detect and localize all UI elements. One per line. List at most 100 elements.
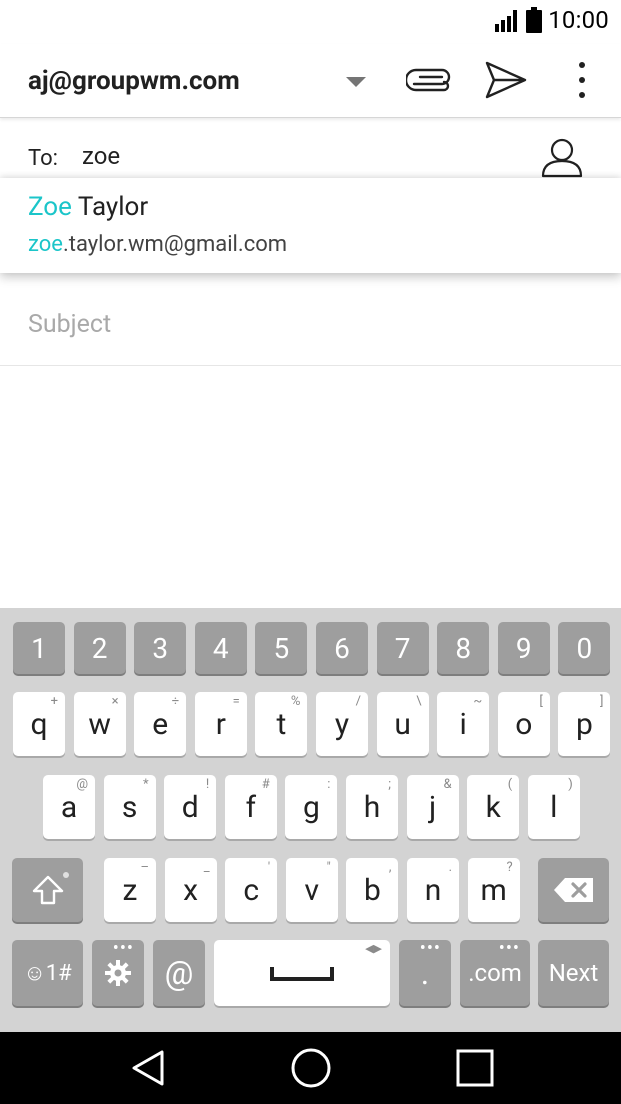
key-l[interactable]: ) l: [527, 775, 580, 839]
send-icon[interactable]: [482, 58, 530, 102]
dotcom-more-dots: •••: [498, 938, 520, 959]
key-u[interactable]: \ u: [376, 692, 429, 756]
suggestion-email-rest: .taylor.wm@gmail.com: [62, 232, 288, 257]
key-3[interactable]: 3: [134, 622, 187, 674]
backspace-key[interactable]: [538, 858, 609, 922]
recents-icon[interactable]: [451, 1046, 499, 1090]
from-account[interactable]: aj@groupwm.com: [28, 66, 240, 96]
key-label: t: [276, 706, 287, 742]
key-y[interactable]: / y: [316, 692, 368, 756]
key-9[interactable]: 9: [497, 622, 550, 674]
key-secondary-label: %: [290, 694, 301, 709]
more-vert-icon[interactable]: [558, 58, 606, 102]
back-icon[interactable]: [124, 1046, 172, 1090]
key-v[interactable]: " v: [285, 858, 338, 922]
key-label: 9: [515, 631, 532, 665]
status-icons: 10:00: [494, 6, 609, 34]
key-8[interactable]: 8: [437, 622, 490, 674]
to-input[interactable]: zoe: [82, 142, 120, 170]
key-label: k: [485, 789, 501, 825]
key-label: 0: [576, 631, 593, 665]
key-label: v: [304, 872, 320, 908]
dotcom-key[interactable]: ••• .com: [460, 938, 530, 1006]
key-secondary-label: :: [327, 777, 331, 792]
key-label: g: [302, 789, 320, 825]
key-6[interactable]: 6: [316, 622, 368, 674]
key-label: f: [245, 789, 257, 825]
subject-field-row[interactable]: Subject: [0, 288, 621, 366]
symbols-key[interactable]: ☺1#: [12, 940, 83, 1006]
key-q[interactable]: + q: [13, 692, 65, 756]
key-t[interactable]: % t: [255, 692, 308, 756]
key-i[interactable]: ~ i: [437, 692, 490, 756]
key-r[interactable]: = r: [194, 692, 247, 756]
dotcom-label: .com: [468, 959, 522, 987]
key-j[interactable]: & j: [406, 775, 459, 839]
key-label: l: [550, 789, 558, 825]
paperclip-icon[interactable]: [406, 58, 454, 102]
key-p[interactable]: ] p: [558, 692, 611, 756]
key-z[interactable]: – z: [104, 858, 156, 922]
key-s[interactable]: * s: [103, 775, 156, 839]
next-key[interactable]: Next: [538, 940, 609, 1006]
key-label: o: [515, 706, 533, 742]
key-d[interactable]: ! d: [164, 775, 217, 839]
key-label: 4: [212, 631, 229, 665]
key-k[interactable]: (k: [467, 775, 520, 839]
contact-suggestion[interactable]: Zoe Taylor zoe.taylor.wm@gmail.com: [0, 178, 621, 273]
key-4[interactable]: 4: [194, 622, 247, 674]
key-secondary-label: =: [232, 694, 240, 709]
key-label: a: [60, 789, 78, 825]
key-secondary-label: ,: [388, 860, 392, 875]
key-label: j: [429, 789, 437, 825]
suggestion-name: Zoe Taylor: [28, 192, 148, 222]
to-field-row: To: zoe: [0, 118, 621, 178]
key-b[interactable]: ,b: [346, 858, 399, 922]
navigation-bar: [0, 1032, 621, 1104]
key-secondary-label: ]: [599, 694, 604, 709]
soft-keyboard: ☺1# ••• @ ◀▶ ••• . ••• .com Next 1 2 3 4…: [0, 608, 621, 1032]
key-secondary-label: –: [140, 860, 149, 875]
key-c[interactable]: ' c: [225, 858, 278, 922]
key-a[interactable]: @ a: [43, 775, 95, 839]
key-5[interactable]: 5: [255, 622, 308, 674]
key-1[interactable]: 1: [13, 622, 65, 674]
period-label: .: [420, 954, 430, 992]
at-key[interactable]: @: [153, 940, 205, 1006]
key-m[interactable]: ? m: [467, 858, 520, 922]
key-h[interactable]: ; h: [346, 775, 398, 839]
key-w[interactable]: × w: [73, 692, 126, 756]
key-label: u: [394, 706, 411, 742]
key-x[interactable]: _ x: [164, 858, 217, 922]
key-label: n: [424, 872, 442, 908]
status-time: 10:00: [548, 6, 609, 34]
period-more-dots: •••: [419, 938, 441, 959]
compose-toolbar: aj@groupwm.com: [0, 44, 621, 118]
key-n[interactable]: .n: [407, 858, 459, 922]
subject-input[interactable]: Subject: [28, 310, 111, 339]
key-label: p: [575, 706, 593, 742]
key-label: x: [183, 872, 199, 908]
account-dropdown-icon[interactable]: [346, 77, 366, 87]
key-secondary-label: ×: [111, 694, 119, 709]
key-o[interactable]: [o: [497, 692, 550, 756]
key-g[interactable]: :g: [285, 775, 338, 839]
key-2[interactable]: 2: [73, 622, 126, 674]
key-secondary-label: &: [443, 777, 452, 792]
suggestion-name-rest: Taylor: [71, 192, 149, 222]
home-icon[interactable]: [287, 1046, 335, 1090]
key-0[interactable]: 0: [558, 622, 611, 674]
shift-key[interactable]: [12, 858, 83, 922]
person-icon[interactable]: [540, 136, 584, 180]
key-f[interactable]: # f: [224, 775, 277, 839]
settings-key[interactable]: •••: [92, 938, 144, 1006]
period-key[interactable]: ••• .: [399, 938, 451, 1006]
key-secondary-label: @: [76, 777, 88, 792]
key-label: c: [243, 872, 260, 908]
key-e[interactable]: ÷ e: [134, 692, 187, 756]
space-key[interactable]: ◀▶: [214, 940, 390, 1006]
key-7[interactable]: 7: [376, 622, 429, 674]
key-secondary-label: ?: [506, 860, 513, 875]
key-secondary-label: ': [267, 860, 271, 875]
key-label: q: [30, 706, 48, 742]
